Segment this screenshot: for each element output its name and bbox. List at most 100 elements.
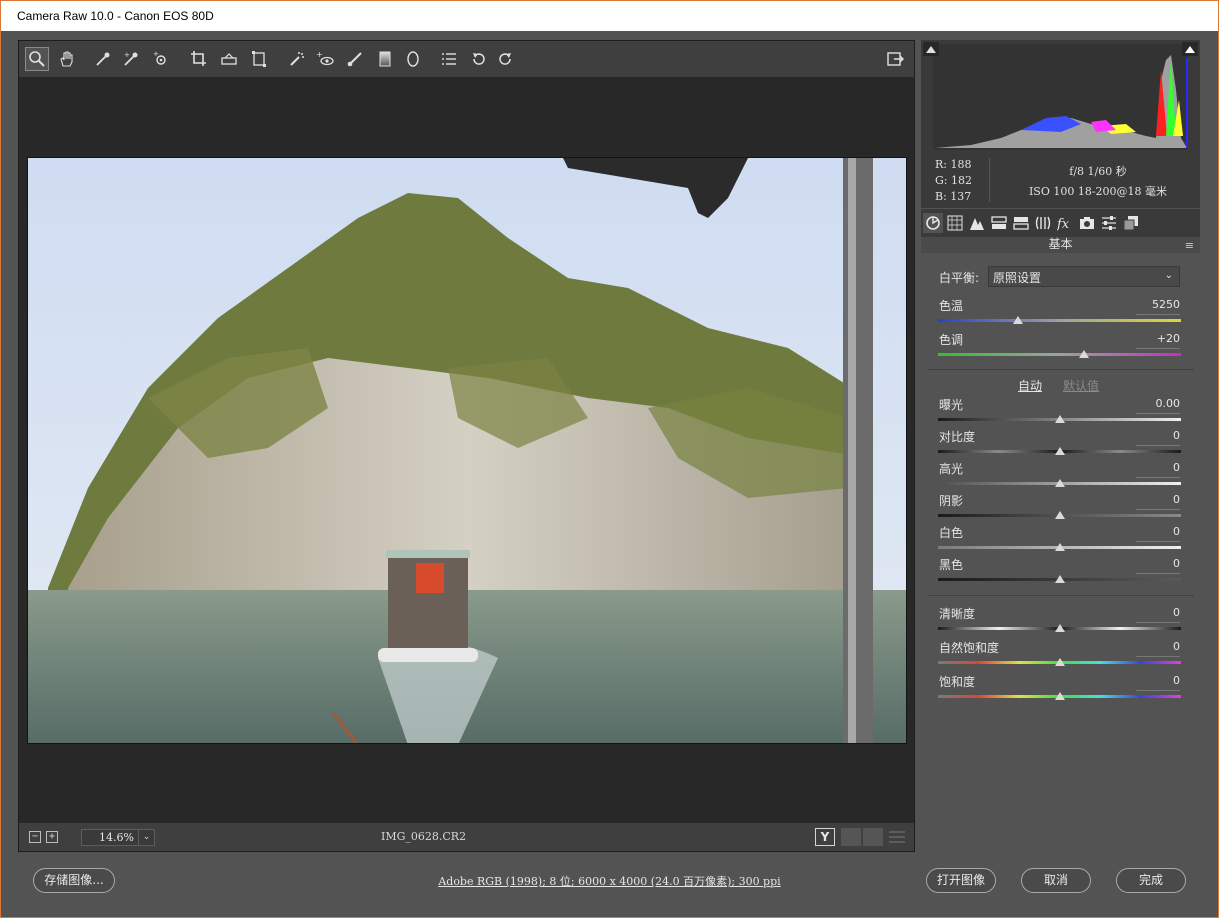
- slider-tone-0-thumb[interactable]: [1054, 415, 1065, 423]
- red-eye-icon[interactable]: +: [313, 47, 337, 71]
- temperature-slider-track[interactable]: [938, 319, 1181, 322]
- open-image-button[interactable]: 打开图像: [926, 868, 996, 893]
- slider-presence-0-value[interactable]: 0: [1140, 606, 1180, 619]
- image-preview[interactable]: [27, 157, 907, 744]
- hand-tool-icon[interactable]: [55, 47, 79, 71]
- detail-tab-icon[interactable]: [967, 213, 987, 233]
- status-bar: − + 14.6% ⌄ IMG_0628.CR2 Y: [19, 823, 914, 851]
- toggle-settings-icon[interactable]: [887, 828, 907, 846]
- temperature-slider-thumb[interactable]: [1013, 316, 1024, 324]
- presets-tab-icon[interactable]: [1099, 213, 1119, 233]
- split-toning-tab-icon[interactable]: [1011, 213, 1031, 233]
- cancel-button[interactable]: 取消: [1021, 868, 1091, 893]
- radial-filter-icon[interactable]: [401, 47, 425, 71]
- tone-curve-tab-icon[interactable]: [945, 213, 965, 233]
- slider-presence-2-value[interactable]: 0: [1140, 674, 1180, 687]
- open-in-photoshop-icon[interactable]: [883, 47, 907, 71]
- compare-view-button[interactable]: Y: [815, 828, 835, 846]
- slider-presence-1-value[interactable]: 0: [1140, 640, 1180, 653]
- temperature-value[interactable]: 5250: [1140, 298, 1180, 311]
- red-value: R: 188: [935, 158, 972, 171]
- iso-lens: ISO 100 18-200@18 毫米: [1028, 185, 1168, 198]
- svg-text:fx: fx: [1057, 217, 1070, 231]
- slider-presence-2-thumb[interactable]: [1054, 692, 1065, 700]
- panel-title: 基本 ≡: [921, 237, 1200, 253]
- effects-tab-icon[interactable]: fx: [1055, 213, 1075, 233]
- slider-presence-1-value-underline: [1136, 656, 1180, 657]
- panel-tabs: fx: [921, 209, 1200, 237]
- tint-value[interactable]: +20: [1140, 332, 1180, 345]
- svg-text:+: +: [124, 51, 130, 59]
- slider-tone-4-thumb[interactable]: [1054, 543, 1065, 551]
- slider-presence-2-label: 饱和度: [939, 675, 976, 689]
- histogram-info: R: 188 G: 182 B: 137 f/8 1/60 秒 ISO 100 …: [921, 152, 1200, 208]
- zoom-select[interactable]: 14.6% ⌄: [81, 829, 155, 846]
- zoom-tool-icon[interactable]: [25, 47, 49, 71]
- slider-presence-1-thumb[interactable]: [1054, 658, 1065, 666]
- divider: [927, 369, 1194, 370]
- slider-tone-0-value[interactable]: 0.00: [1140, 397, 1181, 410]
- slider-tone-1-thumb[interactable]: [1054, 447, 1065, 455]
- chevron-down-icon: ⌄: [138, 830, 154, 845]
- slider-tone-3-thumb[interactable]: [1054, 511, 1065, 519]
- slider-tone-4-value[interactable]: 0: [1140, 525, 1180, 538]
- tint-slider-thumb[interactable]: [1078, 350, 1089, 358]
- white-balance-tool-icon[interactable]: [91, 47, 115, 71]
- zoom-in-button[interactable]: +: [46, 831, 58, 843]
- preferences-icon[interactable]: [437, 47, 461, 71]
- svg-text:+: +: [153, 50, 159, 58]
- shadow-clipping-warning-icon[interactable]: [923, 42, 939, 56]
- highlight-clipping-warning-icon[interactable]: [1182, 42, 1198, 56]
- rotate-right-icon[interactable]: [493, 47, 517, 71]
- slider-presence-0-label: 清晰度: [939, 607, 976, 621]
- done-button[interactable]: 完成: [1116, 868, 1186, 893]
- divider: [989, 158, 990, 202]
- white-balance-select[interactable]: 原照设置 ⌄: [988, 266, 1180, 287]
- adjustment-brush-icon[interactable]: [343, 47, 367, 71]
- basic-tab-icon[interactable]: [923, 213, 943, 233]
- slider-presence-0-value-underline: [1136, 622, 1180, 623]
- slider-tone-5-thumb[interactable]: [1054, 575, 1065, 583]
- slider-tone-3-label: 阴影: [939, 494, 964, 508]
- crop-tool-icon[interactable]: [187, 47, 211, 71]
- svg-text:+: +: [316, 50, 323, 59]
- camera-calibration-tab-icon[interactable]: [1077, 213, 1097, 233]
- window-title: Camera Raw 10.0 - Canon EOS 80D: [17, 9, 214, 23]
- slider-tone-5-label: 黑色: [939, 558, 964, 572]
- color-sampler-icon[interactable]: +: [119, 47, 143, 71]
- snapshots-tab-icon[interactable]: [1121, 213, 1141, 233]
- slider-tone-5-value[interactable]: 0: [1140, 557, 1180, 570]
- panel-title-text: 基本: [1048, 237, 1073, 251]
- exposure-info: f/8 1/60 秒 ISO 100 18-200@18 毫米: [1013, 162, 1183, 202]
- zoom-out-button[interactable]: −: [29, 831, 41, 843]
- slider-presence-0-thumb[interactable]: [1054, 624, 1065, 632]
- targeted-adjustment-icon[interactable]: +: [149, 47, 173, 71]
- temperature-value-underline: [1136, 314, 1180, 315]
- histogram: [921, 40, 1200, 152]
- chevron-down-icon: ⌄: [1164, 270, 1173, 281]
- slider-tone-2-thumb[interactable]: [1054, 479, 1065, 487]
- rotate-left-icon[interactable]: [467, 47, 491, 71]
- slider-tone-1-value[interactable]: 0: [1140, 429, 1180, 442]
- graduated-filter-icon[interactable]: [373, 47, 397, 71]
- transform-tool-icon[interactable]: [247, 47, 271, 71]
- spot-removal-icon[interactable]: [285, 47, 309, 71]
- lens-corrections-tab-icon[interactable]: [1033, 213, 1053, 233]
- temperature-label: 色温: [939, 299, 964, 313]
- hsl-tab-icon[interactable]: [989, 213, 1009, 233]
- slider-tone-2-value-underline: [1136, 477, 1180, 478]
- swap-settings-icon[interactable]: [841, 828, 861, 846]
- copy-settings-icon[interactable]: [863, 828, 883, 846]
- tint-label: 色调: [939, 333, 964, 347]
- rgb-readout: R: 188 G: 182 B: 137: [935, 157, 972, 205]
- panel-menu-icon[interactable]: ≡: [1185, 239, 1194, 253]
- tint-value-underline: [1136, 348, 1180, 349]
- slider-tone-5-value-underline: [1136, 573, 1180, 574]
- slider-tone-2-value[interactable]: 0: [1140, 461, 1180, 474]
- auto-button[interactable]: 自动: [1018, 377, 1042, 394]
- straighten-tool-icon[interactable]: [217, 47, 241, 71]
- default-button[interactable]: 默认值: [1063, 377, 1099, 394]
- slider-tone-3-value[interactable]: 0: [1140, 493, 1180, 506]
- slider-tone-1-label: 对比度: [939, 430, 976, 444]
- tint-slider-track[interactable]: [938, 353, 1181, 356]
